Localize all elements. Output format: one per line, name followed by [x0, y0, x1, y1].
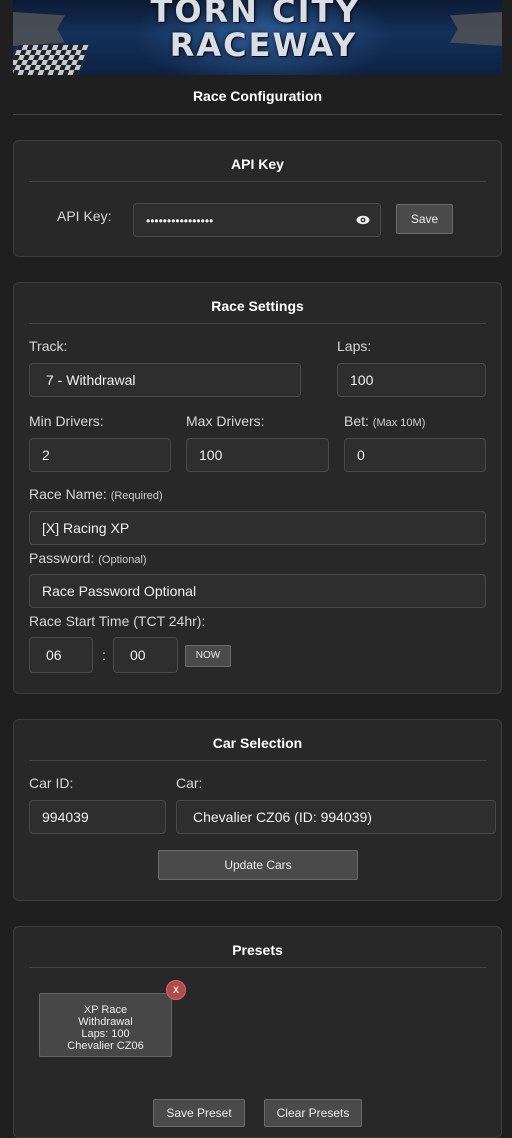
preset-line: Laps: 100 — [81, 1028, 130, 1040]
banner-title-line2: RACEWAY — [169, 26, 358, 64]
password-optional-note: (Optional) — [98, 554, 147, 566]
min-drivers-input[interactable]: 2 — [29, 438, 171, 472]
presets-title: Presets — [232, 942, 283, 958]
max-drivers-label: Max Drivers: — [186, 413, 265, 429]
race-name-required-note: (Required) — [110, 490, 163, 502]
password-label: Password: (Optional) — [29, 550, 147, 566]
api-key-panel: API Key API Key: •••••••••••••••• Save — [13, 140, 502, 257]
car-id-input[interactable]: 994039 — [29, 800, 166, 834]
laps-label: Laps: — [337, 338, 372, 354]
bet-limit-note: (Max 10M) — [372, 417, 426, 429]
track-select[interactable]: 7 - Withdrawal — [29, 363, 301, 397]
eye-icon[interactable] — [356, 213, 370, 227]
preset-line: Chevalier CZ06 — [67, 1040, 144, 1052]
car-id-label: Car ID: — [29, 775, 74, 791]
raceway-banner: TORN CITY RACEWAY — [13, 0, 502, 75]
preset-card[interactable]: XP Race Withdrawal Laps: 100 Chevalier C… — [39, 993, 172, 1057]
car-selection-panel: Car Selection Car ID: 994039 Car: Cheval… — [13, 719, 502, 901]
race-settings-panel: Race Settings Track: 7 - Withdrawal Laps… — [13, 282, 502, 694]
bet-label: Bet: (Max 10M) — [344, 413, 425, 429]
laps-input[interactable]: 100 — [337, 363, 486, 397]
remove-preset-button[interactable]: x — [166, 980, 186, 1000]
password-label-text: Password: — [29, 550, 95, 566]
api-key-value: •••••••••••••••• — [146, 214, 214, 228]
race-password-input[interactable]: Race Password Optional — [29, 574, 486, 608]
car-selection-title: Car Selection — [212, 735, 303, 751]
divider — [13, 114, 502, 115]
api-key-title: API Key — [231, 156, 284, 172]
bet-input[interactable]: 0 — [344, 438, 486, 472]
preset-line: XP Race — [83, 1004, 128, 1016]
race-settings-title: Race Settings — [211, 298, 304, 314]
start-hour-input[interactable]: 06 — [29, 637, 93, 673]
api-key-input[interactable]: •••••••••••••••• — [133, 203, 381, 237]
save-api-key-button[interactable]: Save — [396, 204, 453, 234]
max-drivers-input[interactable]: 100 — [186, 438, 329, 472]
car-select[interactable]: Chevalier CZ06 (ID: 994039) — [176, 800, 496, 834]
now-button[interactable]: NOW — [185, 645, 231, 667]
race-name-label: Race Name: (Required) — [29, 486, 163, 502]
divider — [29, 967, 486, 968]
race-name-input[interactable]: [X] Racing XP — [29, 511, 486, 545]
clear-presets-button[interactable]: Clear Presets — [264, 1099, 362, 1127]
min-drivers-label: Min Drivers: — [29, 413, 104, 429]
divider — [29, 323, 486, 324]
page-title: Race Configuration — [192, 88, 323, 104]
race-name-label-text: Race Name: — [29, 486, 107, 502]
api-key-label: API Key: — [57, 208, 112, 224]
start-time-label: Race Start Time (TCT 24hr): — [29, 613, 206, 629]
save-preset-button[interactable]: Save Preset — [153, 1099, 245, 1127]
presets-panel: Presets XP Race Withdrawal Laps: 100 Che… — [13, 926, 502, 1138]
time-separator: : — [102, 647, 106, 663]
divider — [29, 760, 486, 761]
divider — [29, 181, 486, 182]
preset-line: Withdrawal — [78, 1016, 133, 1028]
bet-label-text: Bet: — [344, 413, 369, 429]
track-label: Track: — [29, 338, 68, 354]
start-minute-input[interactable]: 00 — [113, 637, 178, 673]
update-cars-button[interactable]: Update Cars — [158, 850, 358, 880]
car-label: Car: — [176, 775, 203, 791]
